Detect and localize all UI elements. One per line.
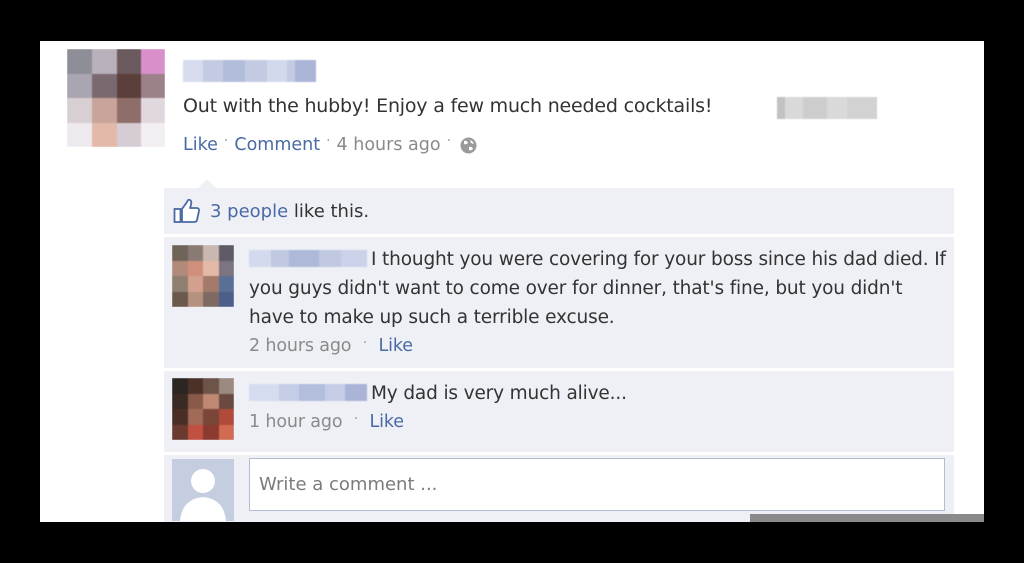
post-actions: Like · Comment · 4 hours ago · [183,133,478,155]
write-comment-input[interactable]: Write a comment ... [249,458,945,511]
post-like-link[interactable]: Like [183,135,218,155]
post-comment-link[interactable]: Comment [234,135,320,155]
likes-suffix: like this. [293,200,370,222]
comment-like-link[interactable]: Like [379,336,413,356]
commenter-avatar[interactable] [172,378,234,440]
post-timestamp[interactable]: 4 hours ago [337,135,441,155]
commenter-name-redacted[interactable] [249,384,367,401]
comment-timestamp[interactable]: 1 hour ago [249,412,343,432]
comment-meta: 1 hour ago · Like [249,408,949,438]
comment-box-notch [198,179,216,188]
bottom-scroll-strip [750,514,984,522]
comment-content: My dad is very much alive... 1 hour ago … [249,379,949,438]
post-message: Out with the hubby! Enjoy a few much nee… [183,95,713,117]
comment-like-link[interactable]: Like [370,412,404,432]
globe-icon[interactable] [459,136,478,155]
post-author-avatar[interactable] [67,49,165,147]
commenter-avatar[interactable] [172,245,234,307]
separator: · [362,335,368,351]
comment-item: My dad is very much alive... 1 hour ago … [164,371,954,452]
likes-text: 3 people like this. [210,201,369,222]
commenter-name-redacted[interactable] [249,250,367,267]
separator: · [446,133,452,149]
post-message-redacted [777,97,877,119]
default-avatar [172,459,234,521]
comment-content: I thought you were covering for your bos… [249,245,949,362]
comment-timestamp[interactable]: 2 hours ago [249,336,352,356]
likes-summary: 3 people like this. [164,188,954,234]
facebook-post-frame: Out with the hubby! Enjoy a few much nee… [40,41,984,522]
post-author-name-redacted[interactable] [183,60,316,82]
separator: · [223,133,229,149]
likers-link[interactable]: 3 people [210,201,288,222]
separator: · [326,133,331,149]
comment-text: My dad is very much alive... [371,383,627,404]
thumbs-up-icon [173,198,201,224]
comment-meta: 2 hours ago · Like [249,332,949,362]
comment-item: I thought you were covering for your bos… [164,237,954,368]
comment-composer: Write a comment ... [164,455,954,522]
separator: · [353,411,359,427]
